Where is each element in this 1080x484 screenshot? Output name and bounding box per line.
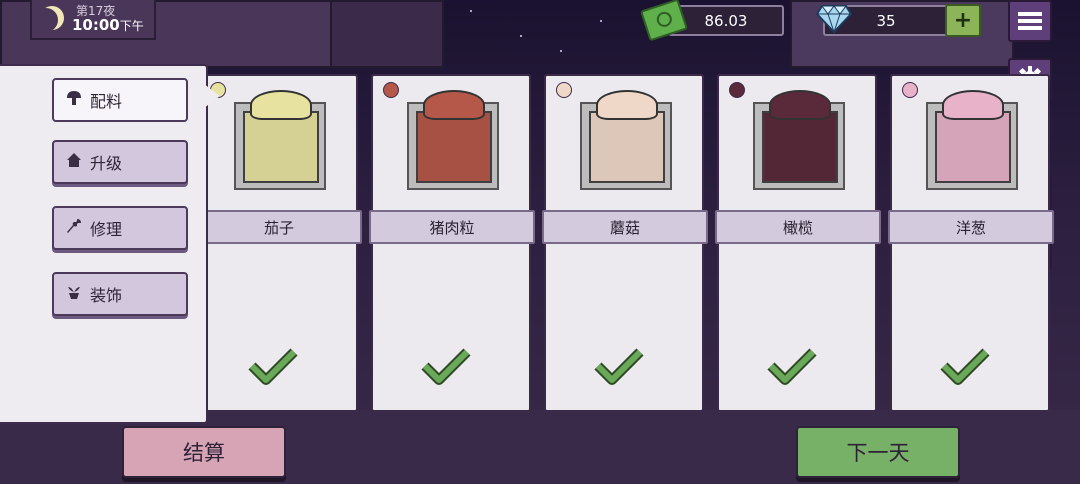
checkmark-icon: [767, 348, 817, 385]
house-icon: [64, 152, 84, 172]
add-gems-button[interactable]: +: [945, 4, 981, 37]
star: [600, 20, 602, 22]
ingredient-fill: [589, 111, 665, 183]
checkmark-icon: [421, 348, 471, 385]
ingredient-name: 橄榄: [715, 210, 881, 244]
ingredient-fill: [935, 111, 1011, 183]
checkmark-icon: [594, 348, 644, 385]
tab-repair[interactable]: 修理: [52, 206, 188, 250]
ingredient-heap: [423, 90, 485, 120]
ingredient-name: 茄子: [196, 210, 362, 244]
tab-ingredients-label: 配料: [90, 92, 123, 111]
tab-repair-label: 修理: [90, 220, 123, 239]
checkmark-icon: [248, 348, 298, 385]
ingredient-heap: [596, 90, 658, 120]
ingredient-tray: [926, 90, 1018, 190]
selected-tab-pointer: [204, 84, 220, 108]
ingredient-type-icon: [383, 82, 399, 98]
time-panel: 第17夜 10:00下午: [30, 0, 156, 40]
moon-icon: [40, 6, 64, 30]
plant-pot-icon: [64, 284, 84, 304]
star: [520, 35, 522, 37]
clock-time: 10:00: [72, 16, 120, 34]
ingredient-fill: [416, 111, 492, 183]
ingredient-tray: [234, 90, 326, 190]
ingredient-card[interactable]: 茄子: [196, 74, 362, 412]
ingredient-card[interactable]: 猪肉粒: [369, 74, 535, 412]
ingredient-name: 洋葱: [888, 210, 1054, 244]
ingredient-heap: [250, 90, 312, 120]
ingredient-fill: [243, 111, 319, 183]
ingredient-type-icon: [902, 82, 918, 98]
ingredient-tray: [407, 90, 499, 190]
tab-ingredients[interactable]: 配料: [52, 78, 188, 122]
sidebar-panel: 配料 升级 修理 装饰: [0, 64, 208, 424]
ingredient-type-icon: [729, 82, 745, 98]
ingredient-fill: [762, 111, 838, 183]
tab-decoration[interactable]: 装饰: [52, 272, 188, 316]
wrench-icon: [64, 218, 84, 238]
ingredient-heap: [942, 90, 1004, 120]
gem-value: 35: [876, 11, 896, 30]
star: [560, 50, 562, 52]
clock-display: 10:00下午: [72, 16, 144, 34]
tab-decoration-label: 装饰: [90, 286, 123, 305]
ingredient-name: 蘑菇: [542, 210, 708, 244]
menu-button[interactable]: [1008, 0, 1052, 42]
ingredient-card[interactable]: 橄榄: [715, 74, 881, 412]
mushroom-icon: [64, 90, 84, 110]
checkmark-icon: [940, 348, 990, 385]
settle-button[interactable]: 结算: [122, 426, 286, 478]
star: [470, 10, 472, 12]
ingredient-type-icon: [556, 82, 572, 98]
clock-period: 下午: [119, 19, 144, 33]
menu-icon: [1018, 12, 1042, 30]
ingredient-tray: [753, 90, 845, 190]
money-value: 86.03: [704, 11, 748, 30]
ingredient-card[interactable]: 洋葱: [888, 74, 1054, 412]
diamond-icon: [816, 5, 852, 34]
ingredient-heap: [769, 90, 831, 120]
ingredient-name: 猪肉粒: [369, 210, 535, 244]
ingredient-tray: [580, 90, 672, 190]
next-day-button[interactable]: 下一天: [796, 426, 960, 478]
tab-upgrade[interactable]: 升级: [52, 140, 188, 184]
tab-upgrade-label: 升级: [90, 154, 123, 173]
background-building-middle: [330, 0, 444, 68]
ingredient-card[interactable]: 蘑菇: [542, 74, 708, 412]
